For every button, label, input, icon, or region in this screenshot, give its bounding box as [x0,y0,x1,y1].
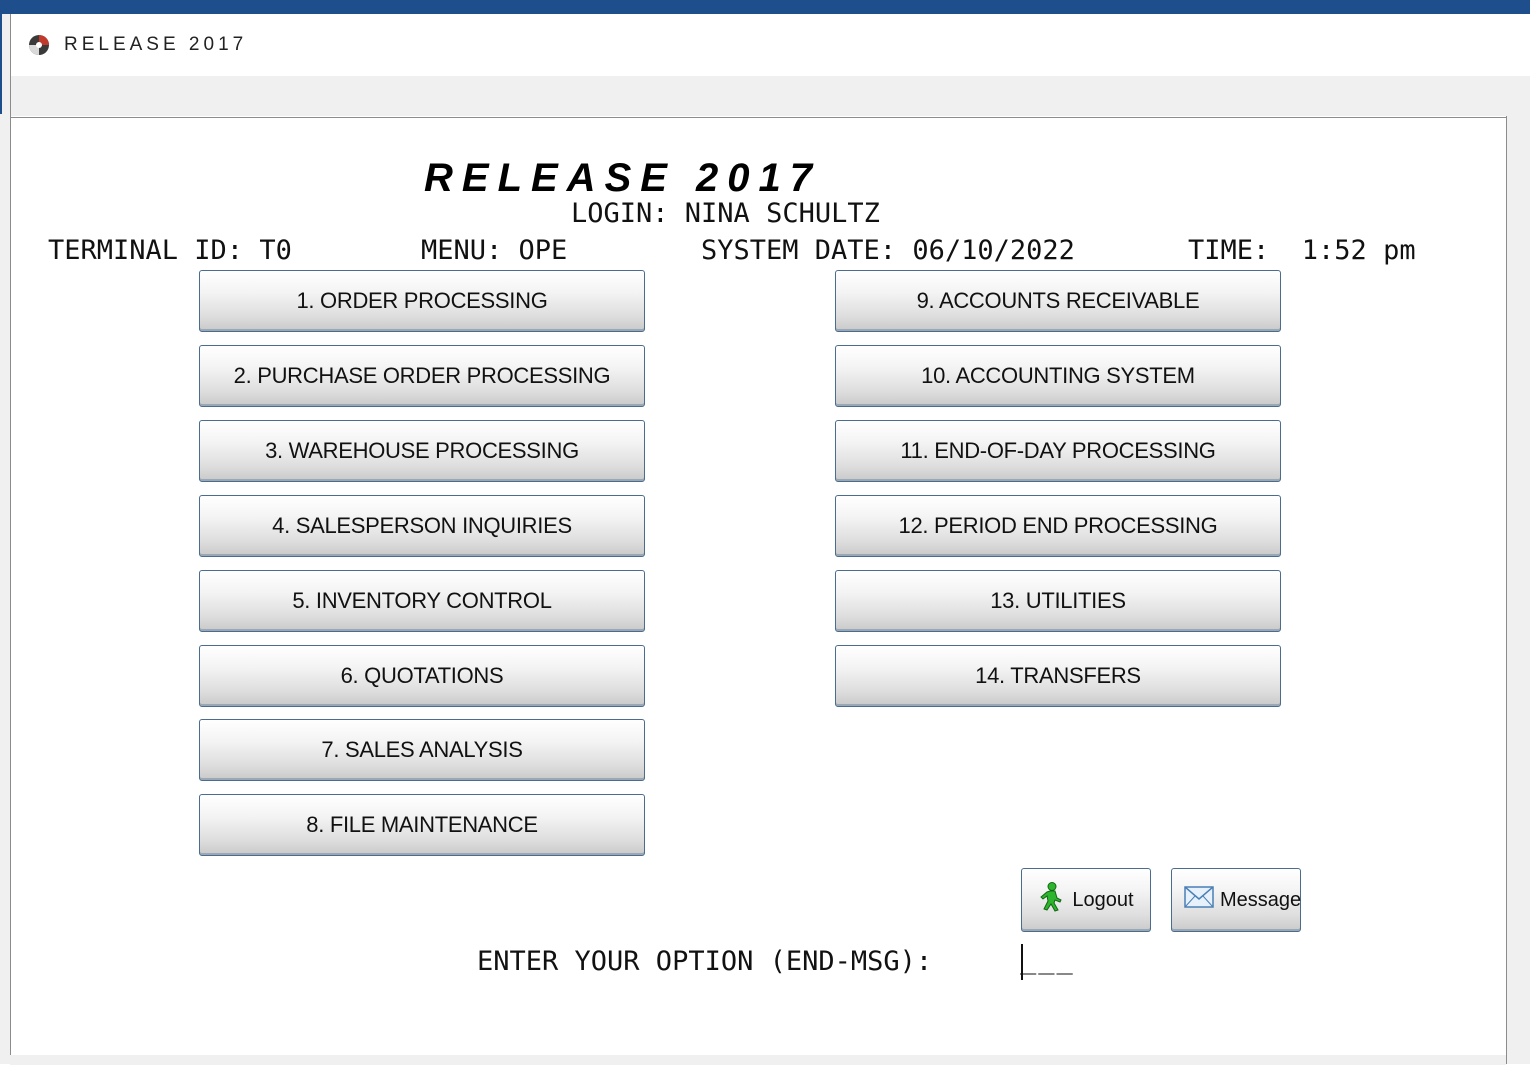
envelope-icon [1184,886,1214,914]
menu-button-utilities[interactable]: 13. UTILITIES [835,570,1281,632]
menu-button-accounting-system[interactable]: 10. ACCOUNTING SYSTEM [835,345,1281,407]
menu-button-file-maintenance[interactable]: 8. FILE MAINTENANCE [199,794,645,856]
message-button[interactable]: Message [1171,868,1301,932]
terminal-id: TERMINAL ID: T0 [48,235,292,266]
menu-button-order-processing[interactable]: 1. ORDER PROCESSING [199,270,645,332]
menu-button-purchase-order-processing[interactable]: 2. PURCHASE ORDER PROCESSING [199,345,645,407]
frame-left-border [0,14,11,1064]
system-time: TIME: 1:52 pm [1188,235,1416,266]
release-banner: RELEASE 2017 [424,156,822,200]
menu-button-period-end-processing[interactable]: 12. PERIOD END PROCESSING [835,495,1281,557]
menu-button-accounts-receivable[interactable]: 9. ACCOUNTS RECEIVABLE [835,270,1281,332]
frame-right-border [1506,116,1530,1064]
menu-button-warehouse-processing[interactable]: 3. WAREHOUSE PROCESSING [199,420,645,482]
window-title: RELEASE 2017 [64,34,248,55]
system-date: SYSTEM DATE: 06/10/2022 [701,235,1075,266]
app-logo-icon [28,34,50,56]
menu-button-salesperson-inquiries[interactable]: 4. SALESPERSON INQUIRIES [199,495,645,557]
menu-button-inventory-control[interactable]: 5. INVENTORY CONTROL [199,570,645,632]
frame-left-accent [0,14,2,114]
frame-bottom-border [10,1054,1506,1065]
menu-button-sales-analysis[interactable]: 7. SALES ANALYSIS [199,719,645,781]
toolbar-area [0,76,1530,116]
window-top-strip [0,0,1530,14]
logout-label: Logout [1072,888,1134,911]
option-prompt-label: ENTER YOUR OPTION (END-MSG): [477,946,933,977]
menu-button-transfers[interactable]: 14. TRANSFERS [835,645,1281,707]
menu-button-quotations[interactable]: 6. QUOTATIONS [199,645,645,707]
menu-id: MENU: OPE [421,235,568,266]
menu-button-end-of-day-processing[interactable]: 11. END-OF-DAY PROCESSING [835,420,1281,482]
option-input[interactable] [1018,944,1076,978]
person-walking-icon [1038,882,1064,918]
window-title-bar[interactable]: RELEASE 2017 [0,14,1530,76]
logout-button[interactable]: Logout [1021,868,1151,932]
message-label: Message [1220,888,1302,911]
login-label: LOGIN: NINA SCHULTZ [571,198,880,229]
